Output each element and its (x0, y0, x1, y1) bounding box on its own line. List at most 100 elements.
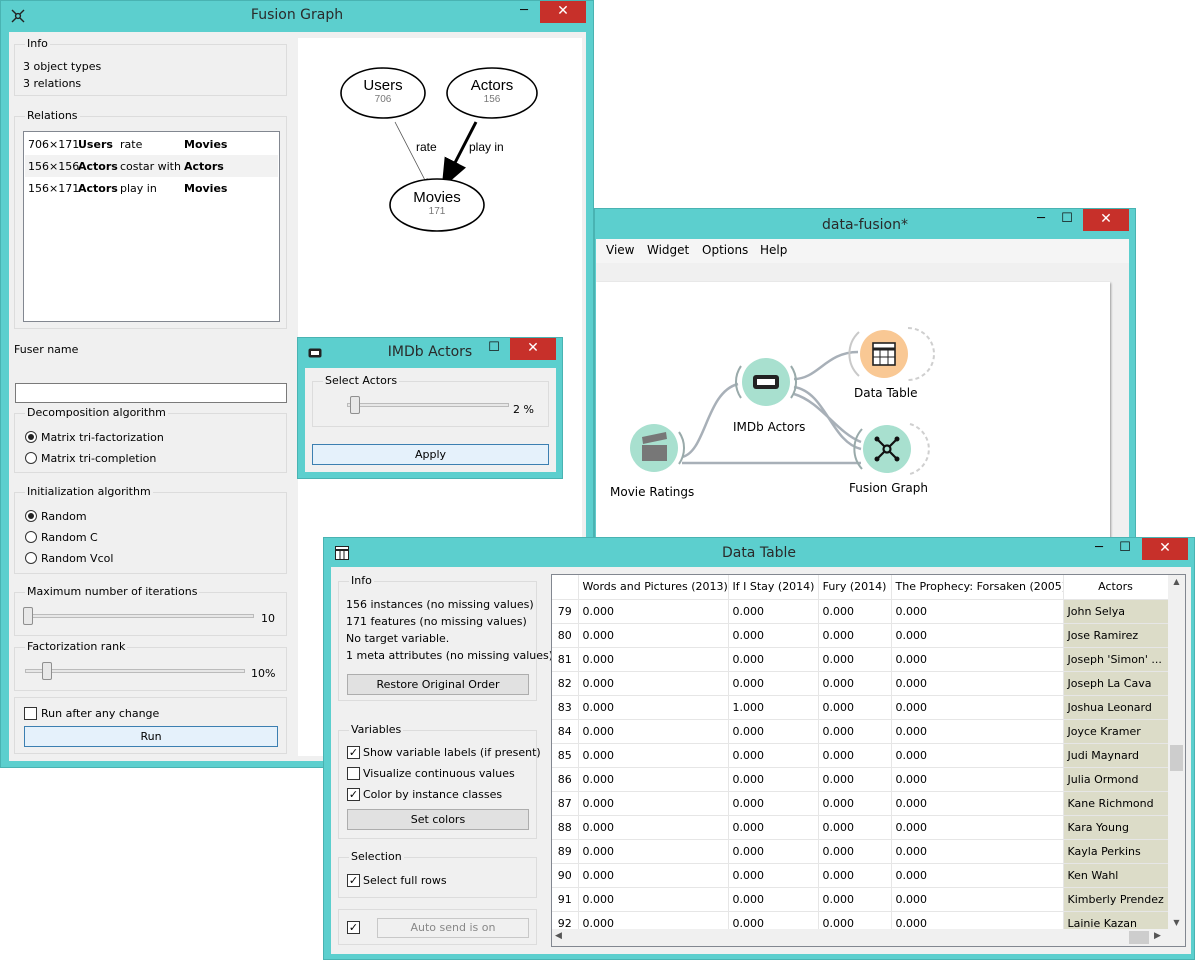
table-row[interactable]: 81 0.000 0.000 0.000 0.000 Joseph 'Simon' ... (552, 647, 1169, 672)
random-label[interactable]: Random (41, 510, 87, 523)
table-cell[interactable]: 0.000 (818, 671, 892, 696)
table-cell[interactable]: 0.000 (818, 791, 892, 816)
row-number[interactable]: 86 (552, 767, 579, 792)
actor-cell[interactable]: Kane Richmond (1063, 791, 1169, 816)
table-cell[interactable]: 0.000 (891, 695, 1064, 720)
tri-factorization-label[interactable]: Matrix tri-factorization (41, 431, 164, 444)
table-cell[interactable]: 0.000 (818, 815, 892, 840)
node-actors[interactable]: Actors 156 (446, 67, 538, 119)
table-cell[interactable]: 0.000 (578, 839, 729, 864)
radio-tri-factorization[interactable] (25, 431, 37, 443)
node-users[interactable]: Users 706 (340, 67, 426, 119)
table-cell[interactable]: 0.000 (578, 695, 729, 720)
actor-cell[interactable]: Kimberly Prendez (1063, 887, 1169, 912)
table-cell[interactable]: 0.000 (818, 743, 892, 768)
data-table-titlebar[interactable]: Data Table ─ ☐ ✕ (324, 538, 1194, 568)
auto-send-checkbox[interactable]: ✓ (347, 921, 360, 934)
iterations-slider-track[interactable] (25, 614, 254, 618)
table-cell[interactable]: 0.000 (578, 791, 729, 816)
row-number[interactable]: 82 (552, 671, 579, 696)
vertical-scrollbar[interactable]: ▲ ▼ (1168, 575, 1185, 929)
rank-slider-handle[interactable] (42, 662, 52, 680)
table-cell[interactable]: 0.000 (578, 623, 729, 648)
relations-list[interactable]: 706×171 Users rate Movies 156×156 Actors… (23, 131, 280, 322)
run-after-change-label[interactable]: Run after any change (41, 707, 159, 720)
table-cell[interactable]: 0.000 (891, 671, 1064, 696)
actor-cell[interactable]: Ken Wahl (1063, 863, 1169, 888)
table-cell[interactable]: 0.000 (578, 599, 729, 624)
table-cell[interactable]: 0.000 (818, 767, 892, 792)
horizontal-scroll-thumb[interactable] (1129, 931, 1149, 944)
table-cell[interactable]: 0.000 (891, 623, 1064, 648)
table-cell[interactable]: 0.000 (578, 647, 729, 672)
actor-cell[interactable]: Joseph 'Simon' ... (1063, 647, 1169, 672)
row-number[interactable]: 80 (552, 623, 579, 648)
maximize-icon[interactable]: ☐ (481, 338, 507, 360)
row-number[interactable]: 79 (552, 599, 579, 624)
table-cell[interactable]: 0.000 (891, 863, 1064, 888)
color-classes-label[interactable]: Color by instance classes (363, 788, 502, 801)
run-button[interactable]: Run (24, 726, 278, 747)
table-cell[interactable]: 0.000 (818, 647, 892, 672)
table-cell[interactable]: 0.000 (578, 863, 729, 888)
table-cell[interactable]: 0.000 (578, 743, 729, 768)
actors-slider-handle[interactable] (350, 396, 361, 414)
table-cell[interactable]: 0.000 (728, 719, 819, 744)
scroll-right-icon[interactable]: ▶ (1154, 931, 1161, 941)
actor-cell[interactable]: Judi Maynard (1063, 743, 1169, 768)
table-cell[interactable]: 0.000 (891, 599, 1064, 624)
table-cell[interactable]: 0.000 (578, 767, 729, 792)
table-cell[interactable]: 0.000 (891, 647, 1064, 672)
menu-widget[interactable]: Widget (647, 243, 689, 257)
show-labels-checkbox[interactable]: ✓ (347, 746, 360, 759)
random-vcol-label[interactable]: Random Vcol (41, 552, 113, 565)
actor-cell[interactable]: John Selya (1063, 599, 1169, 624)
relation-row[interactable]: 156×171 Actors play in Movies (25, 177, 278, 199)
auto-send-button[interactable]: Auto send is on (377, 918, 529, 938)
radio-tri-completion[interactable] (25, 452, 37, 464)
node-fusion-graph[interactable] (853, 423, 930, 475)
radio-random[interactable] (25, 510, 37, 522)
run-after-change-checkbox[interactable] (24, 707, 37, 720)
table-cell[interactable]: 0.000 (578, 719, 729, 744)
apply-button[interactable]: Apply (312, 444, 549, 465)
table-cell[interactable]: 0.000 (891, 839, 1064, 864)
table-cell[interactable]: 0.000 (891, 815, 1064, 840)
scroll-down-icon[interactable]: ▼ (1168, 918, 1185, 927)
actor-cell[interactable]: Joyce Kramer (1063, 719, 1169, 744)
table-row[interactable]: 89 0.000 0.000 0.000 0.000 Kayla Perkins (552, 839, 1169, 864)
row-number[interactable]: 83 (552, 695, 579, 720)
table-row[interactable]: 79 0.000 0.000 0.000 0.000 John Selya (552, 599, 1169, 624)
row-number[interactable]: 87 (552, 791, 579, 816)
minimize-icon[interactable]: ─ (1028, 209, 1054, 231)
table-cell[interactable]: 0.000 (728, 887, 819, 912)
minimize-icon[interactable]: ─ (511, 1, 537, 23)
table-row[interactable]: 87 0.000 0.000 0.000 0.000 Kane Richmond (552, 791, 1169, 816)
row-number[interactable]: 91 (552, 887, 579, 912)
row-number[interactable]: 81 (552, 647, 579, 672)
visualize-continuous-label[interactable]: Visualize continuous values (363, 767, 515, 780)
table-cell[interactable]: 0.000 (728, 863, 819, 888)
set-colors-button[interactable]: Set colors (347, 809, 529, 830)
actor-cell[interactable]: Jose Ramirez (1063, 623, 1169, 648)
col-header[interactable]: The Prophecy: Forsaken (2005) (891, 575, 1064, 600)
maximize-icon[interactable]: ☐ (1054, 209, 1080, 231)
table-cell[interactable]: 0.000 (728, 815, 819, 840)
actor-cell[interactable]: Joseph La Cava (1063, 671, 1169, 696)
table-cell[interactable]: 0.000 (818, 623, 892, 648)
table-cell[interactable]: 0.000 (891, 743, 1064, 768)
fusion-titlebar[interactable]: Fusion Graph ─ ✕ (1, 1, 593, 31)
select-full-rows-checkbox[interactable]: ✓ (347, 874, 360, 887)
radio-random-c[interactable] (25, 531, 37, 543)
row-number[interactable]: 89 (552, 839, 579, 864)
table-row[interactable]: 85 0.000 0.000 0.000 0.000 Judi Maynard (552, 743, 1169, 768)
table-cell[interactable]: 0.000 (728, 791, 819, 816)
close-icon[interactable]: ✕ (540, 1, 586, 23)
table-row[interactable]: 90 0.000 0.000 0.000 0.000 Ken Wahl (552, 863, 1169, 888)
table-cell[interactable]: 0.000 (818, 695, 892, 720)
actor-cell[interactable]: Joshua Leonard (1063, 695, 1169, 720)
table-cell[interactable]: 0.000 (728, 671, 819, 696)
table-cell[interactable]: 0.000 (891, 887, 1064, 912)
select-full-rows-label[interactable]: Select full rows (363, 874, 447, 887)
menu-view[interactable]: View (606, 243, 634, 257)
